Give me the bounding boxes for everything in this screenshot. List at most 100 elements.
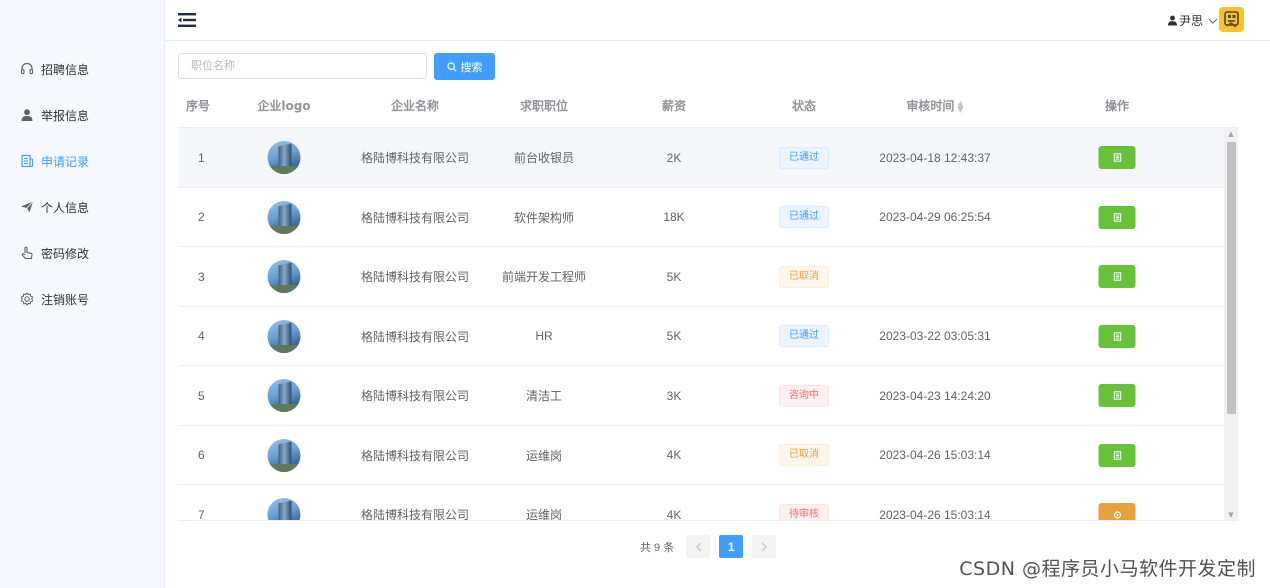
sidebar-item-personal-info[interactable]: 个人信息 [0,184,165,230]
view-detail-button[interactable] [1098,324,1136,348]
cell-position: 软件架构师 [513,210,575,225]
company-logo [267,498,301,520]
pagination: 共 9 条 1 [640,535,777,558]
cell-company: 格陆博科技有限公司 [360,210,470,225]
cell-review-time: 2023-03-22 03:05:31 [879,329,991,343]
document-icon [1113,153,1121,162]
view-detail-button[interactable] [1098,265,1136,288]
cell-actions [1098,485,1136,520]
table-row[interactable]: 3 格陆博科技有限公司 前端开发工程师 5K 已取消 [178,247,1224,307]
status-badge: 已取消 [779,265,829,288]
next-page-button[interactable] [752,535,777,558]
sidebar-item-application-records[interactable]: 申请记录 [0,138,165,184]
view-detail-button[interactable] [1098,503,1136,520]
cell-salary: 5K [666,329,682,343]
cell-actions [1098,307,1136,366]
view-detail-button[interactable] [1098,205,1136,229]
cell-salary: 4K [666,507,682,521]
application-table: 序号 企业logo 企业名称 求职职位 薪资 状态 审核时间 ▲ ▼ 操作 1 格陆博… [178,85,1238,521]
document-icon [1113,391,1121,400]
main-content: 搜索 序号 企业logo 企业名称 求职职位 薪资 状态 审核时间▲▼ 操作 1… [165,41,1257,588]
sidebar-item-cancel-account[interactable]: 注销账号 [0,276,165,322]
sidebar-menu: 招聘信息 举报信息 申请记录 个人信息 密码修改 注销账号 [0,46,165,322]
sidebar-item-label: 招聘信息 [41,62,90,77]
document-icon [1113,450,1121,460]
cell-logo [267,307,301,366]
cell-position: 运维岗 [525,508,563,521]
search-input[interactable] [178,53,427,79]
page-right-margin [1257,41,1270,588]
cell-status: 已通过 [779,307,829,366]
table-row[interactable]: 2 格陆博科技有限公司 软件架构师 18K 已通过 2023-04-29 06:25:54 [178,188,1224,247]
cell-index: 6 [198,448,205,462]
cell-salary: 5K [666,269,682,284]
cell-salary: 2K [666,150,682,165]
cell-position: 运维岗 [525,448,563,463]
user-avatar-icon[interactable] [1219,7,1244,32]
search-button-label: 搜索 [460,61,483,74]
status-badge: 已取消 [779,444,829,466]
sidebar-item-report-info[interactable]: 举报信息 [0,92,165,138]
person-icon [1167,15,1178,26]
hamburger-icon[interactable] [178,12,196,28]
table-row[interactable]: 4 格陆博科技有限公司 HR 5K 已通过 2023-03-22 03:05:31 [178,307,1224,366]
column-header-company: 企业名称 [390,99,440,113]
cell-position: 前端开发工程师 [501,270,587,284]
cell-company: 格陆博科技有限公司 [360,270,470,284]
column-header-review-time-label: 审核时间 [906,99,955,113]
cell-status: 已取消 [779,426,829,485]
user-dropdown[interactable]: 尹思 [1167,12,1218,29]
cell-actions [1098,188,1136,247]
table-scrollbar[interactable]: ▲ ▼ [1224,128,1238,520]
column-header-review-time[interactable]: 审核时间 ▲ ▼ [906,85,963,128]
sidebar-item-label: 注销账号 [41,292,90,307]
search-icon [446,61,457,72]
scroll-down-arrow[interactable]: ▼ [1224,509,1238,520]
table-row[interactable]: 5 格陆博科技有限公司 清洁工 3K 咨询中 2023-04-23 14:24:20 [178,366,1224,426]
column-header-actions: 操作 [1104,99,1130,113]
sidebar-item-password-change[interactable]: 密码修改 [0,230,165,276]
page-number-current[interactable]: 1 [719,535,744,558]
cell-company: 格陆博科技有限公司 [360,329,470,344]
username: 尹思 [1178,14,1203,28]
sidebar-item-recruit-info[interactable]: 招聘信息 [0,46,165,92]
status-badge: 已通过 [779,146,829,169]
cell-actions [1098,247,1136,306]
search-button[interactable]: 搜索 [434,53,495,80]
cell-review-time: 2023-04-23 14:24:20 [879,388,991,403]
cell-status: 已通过 [779,188,829,247]
user-icon [19,107,35,123]
view-detail-button[interactable] [1098,384,1136,407]
company-logo [267,141,301,174]
cell-logo [267,188,301,247]
cell-actions [1098,426,1136,485]
cell-position: 清洁工 [525,389,563,403]
cell-salary: 18K [663,210,685,224]
cell-logo [267,128,301,187]
table-row[interactable]: 7 格陆博科技有限公司 运维岗 4K 待审核 2023-04-26 15:03:14 [178,485,1224,521]
cell-logo [267,426,301,485]
table-row[interactable]: 6 格陆博科技有限公司 运维岗 4K 已取消 2023-04-26 15:03:14 [178,426,1224,485]
chevron-down-icon [1208,18,1218,24]
top-bar: 尹思 [165,0,1270,41]
scrollbar-thumb[interactable] [1227,142,1236,414]
column-header-salary: 薪资 [661,99,687,113]
circle-icon [1113,510,1121,519]
company-logo [267,200,301,234]
view-detail-button[interactable] [1098,146,1136,169]
cell-salary: 4K [666,448,682,462]
view-detail-button[interactable] [1098,443,1136,467]
status-badge: 已通过 [779,206,829,228]
table-row[interactable]: 1 格陆博科技有限公司 前台收银员 2K 已通过 2023-04-18 12:43:37 [178,128,1224,188]
cell-index: 2 [198,210,205,224]
cell-review-time: 2023-04-29 06:25:54 [879,210,991,224]
sort-icon[interactable]: ▲ ▼ [957,99,963,113]
watermark: CSDN @程序员小马软件开发定制 [959,558,1256,580]
scroll-up-arrow[interactable]: ▲ [1224,128,1238,140]
column-header-position: 求职职位 [519,99,569,113]
cell-review-time: 2023-04-18 12:43:37 [879,150,991,165]
prev-page-button[interactable] [686,535,711,558]
cell-review-time: 2023-04-26 15:03:14 [879,448,991,462]
document-icon [19,153,35,169]
sidebar-item-label: 个人信息 [41,200,90,215]
